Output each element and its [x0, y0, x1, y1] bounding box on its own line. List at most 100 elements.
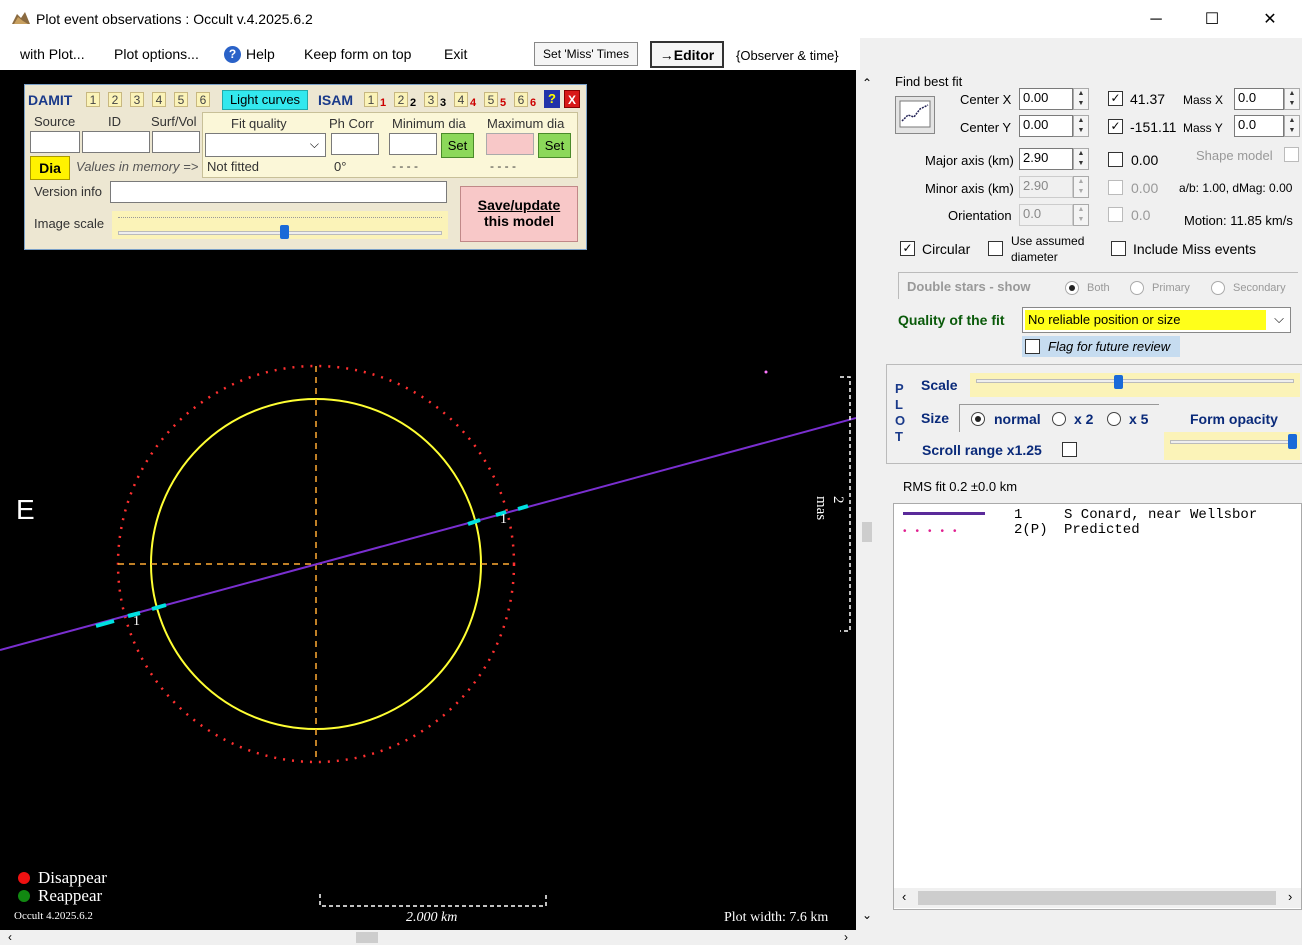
plot-vertical-scrollbar[interactable]: ⌃ ⌄ [858, 70, 876, 930]
isam-2-sub: 2 [410, 97, 417, 109]
legend-horizontal-scrollbar[interactable]: ‹ › [894, 888, 1301, 908]
minimum-dia-field[interactable] [389, 133, 437, 155]
center-y-label: Center Y [960, 120, 1012, 135]
mass-x-field[interactable]: 0.0 [1234, 88, 1284, 110]
surf-vol-field[interactable] [152, 131, 200, 153]
damit-6[interactable]: 6 [196, 92, 210, 107]
legend-scroll-right-icon[interactable]: › [1288, 889, 1292, 904]
editor-button[interactable]: →Editor [650, 41, 724, 68]
menu-exit[interactable]: Exit [444, 46, 467, 62]
image-scale-thumb[interactable] [280, 225, 289, 239]
panel-close-button[interactable]: X [564, 90, 580, 108]
menu-with-plot[interactable]: with Plot... [20, 46, 85, 62]
orientation-field[interactable]: 0.0 [1019, 204, 1073, 226]
light-curves-button[interactable]: Light curves [222, 90, 308, 110]
legend-scroll-thumb[interactable] [918, 891, 1276, 905]
damit-3[interactable]: 3 [130, 92, 144, 107]
major-axis-field[interactable]: 2.90 [1019, 148, 1073, 170]
isam-2[interactable]: 2 [394, 92, 408, 107]
orientation-checkbox[interactable] [1108, 207, 1123, 222]
chord-number-right: 1 [500, 512, 507, 527]
scroll-range-checkbox[interactable] [1062, 442, 1077, 457]
save-update-model-button[interactable]: Save/update this model [460, 186, 578, 242]
secondary-radio[interactable] [1211, 281, 1225, 295]
find-best-fit-button[interactable] [895, 96, 935, 134]
maximum-dia-field[interactable] [486, 133, 534, 155]
orientation-spinner[interactable]: ▲ ▼ [1073, 204, 1089, 226]
form-opacity-thumb[interactable] [1288, 434, 1297, 449]
id-field[interactable] [82, 131, 150, 153]
size-normal-radio[interactable] [971, 412, 985, 426]
mass-x-label: Mass X [1183, 93, 1224, 107]
damit-4[interactable]: 4 [152, 92, 166, 107]
dia-button[interactable]: Dia [30, 156, 70, 180]
center-y-spinner[interactable]: ▲ ▼ [1073, 115, 1089, 137]
close-button[interactable]: ✕ [1250, 8, 1290, 32]
minor-axis-spinner[interactable]: ▲ ▼ [1073, 176, 1089, 198]
damit-5[interactable]: 5 [174, 92, 188, 107]
panel-help-button[interactable]: ? [544, 90, 560, 108]
plot-horizontal-scrollbar[interactable]: ‹ › [0, 930, 858, 945]
set-miss-times-button[interactable]: Set 'Miss' Times [534, 42, 638, 66]
menu-keep-on-top[interactable]: Keep form on top [304, 46, 411, 62]
damit-2[interactable]: 2 [108, 92, 122, 107]
fit-quality-dropdown[interactable]: ⌵ [205, 133, 326, 157]
isam-5[interactable]: 5 [484, 92, 498, 107]
minimize-button[interactable]: ─ [1136, 8, 1176, 32]
isam-1[interactable]: 1 [364, 92, 378, 107]
scroll-down-icon[interactable]: ⌄ [862, 908, 872, 922]
plot-v-scroll-thumb[interactable] [862, 522, 872, 542]
damit-1[interactable]: 1 [86, 92, 100, 107]
both-radio[interactable] [1065, 281, 1079, 295]
primary-radio[interactable] [1130, 281, 1144, 295]
mass-y-field[interactable]: 0.0 [1234, 115, 1284, 137]
minor-axis-field[interactable]: 2.90 [1019, 176, 1073, 198]
mass-x-spinner[interactable]: ▲ ▼ [1284, 88, 1300, 110]
source-field[interactable] [30, 131, 80, 153]
scroll-right-icon[interactable]: › [844, 930, 848, 944]
observer-time-label[interactable]: {Observer & time} [736, 48, 839, 63]
flag-review-checkbox[interactable] [1025, 339, 1040, 354]
isam-6[interactable]: 6 [514, 92, 528, 107]
help-icon[interactable]: ? [224, 46, 241, 63]
center-y-checkbox[interactable]: ✓ [1108, 119, 1123, 134]
shape-model-checkbox[interactable] [1284, 147, 1299, 162]
center-x-checkbox[interactable]: ✓ [1108, 91, 1123, 106]
major-axis-spinner[interactable]: ▲ ▼ [1073, 148, 1089, 170]
center-y-field[interactable]: 0.00 [1019, 115, 1073, 137]
isam-3[interactable]: 3 [424, 92, 438, 107]
major-axis-checkbox[interactable] [1108, 152, 1123, 167]
plot-h-scroll-thumb[interactable] [356, 932, 378, 943]
include-miss-checkbox[interactable] [1111, 241, 1126, 256]
chord-number-left: 1 [133, 614, 140, 629]
circular-checkbox[interactable]: ✓ [900, 241, 915, 256]
image-scale-slider[interactable] [112, 211, 448, 239]
isam-4[interactable]: 4 [454, 92, 468, 107]
scroll-left-icon[interactable]: ‹ [8, 930, 12, 944]
scroll-up-icon[interactable]: ⌃ [862, 76, 872, 90]
plot-scale-slider[interactable] [970, 373, 1300, 397]
center-x-field[interactable]: 0.00 [1019, 88, 1073, 110]
use-assumed-diameter-checkbox[interactable] [988, 241, 1003, 256]
set-max-button[interactable]: Set [538, 133, 571, 158]
observer-legend-list[interactable] [893, 503, 1302, 910]
isam-4-sub: 4 [470, 97, 477, 109]
legend-scroll-left-icon[interactable]: ‹ [902, 889, 906, 904]
form-opacity-slider[interactable] [1164, 432, 1300, 460]
center-x-spinner[interactable]: ▲ ▼ [1073, 88, 1089, 110]
ph-corr-label: Ph Corr [329, 116, 374, 131]
maximize-button[interactable]: ☐ [1192, 8, 1232, 32]
size-x2-radio[interactable] [1052, 412, 1066, 426]
mass-y-spinner[interactable]: ▲ ▼ [1284, 115, 1300, 137]
plot-scale-thumb[interactable] [1114, 375, 1123, 389]
ph-corr-field[interactable] [331, 133, 379, 155]
scale-mas-label: 2 mas [813, 496, 846, 521]
set-min-button[interactable]: Set [441, 133, 474, 158]
menu-help[interactable]: Help [246, 46, 275, 62]
minor-axis-checkbox[interactable] [1108, 180, 1123, 195]
isam-6-sub: 6 [530, 97, 537, 109]
size-x5-radio[interactable] [1107, 412, 1121, 426]
quality-of-fit-dropdown[interactable]: No reliable position or size ⌵ [1022, 307, 1291, 333]
version-info-field[interactable] [110, 181, 447, 203]
menu-plot-options[interactable]: Plot options... [114, 46, 199, 62]
